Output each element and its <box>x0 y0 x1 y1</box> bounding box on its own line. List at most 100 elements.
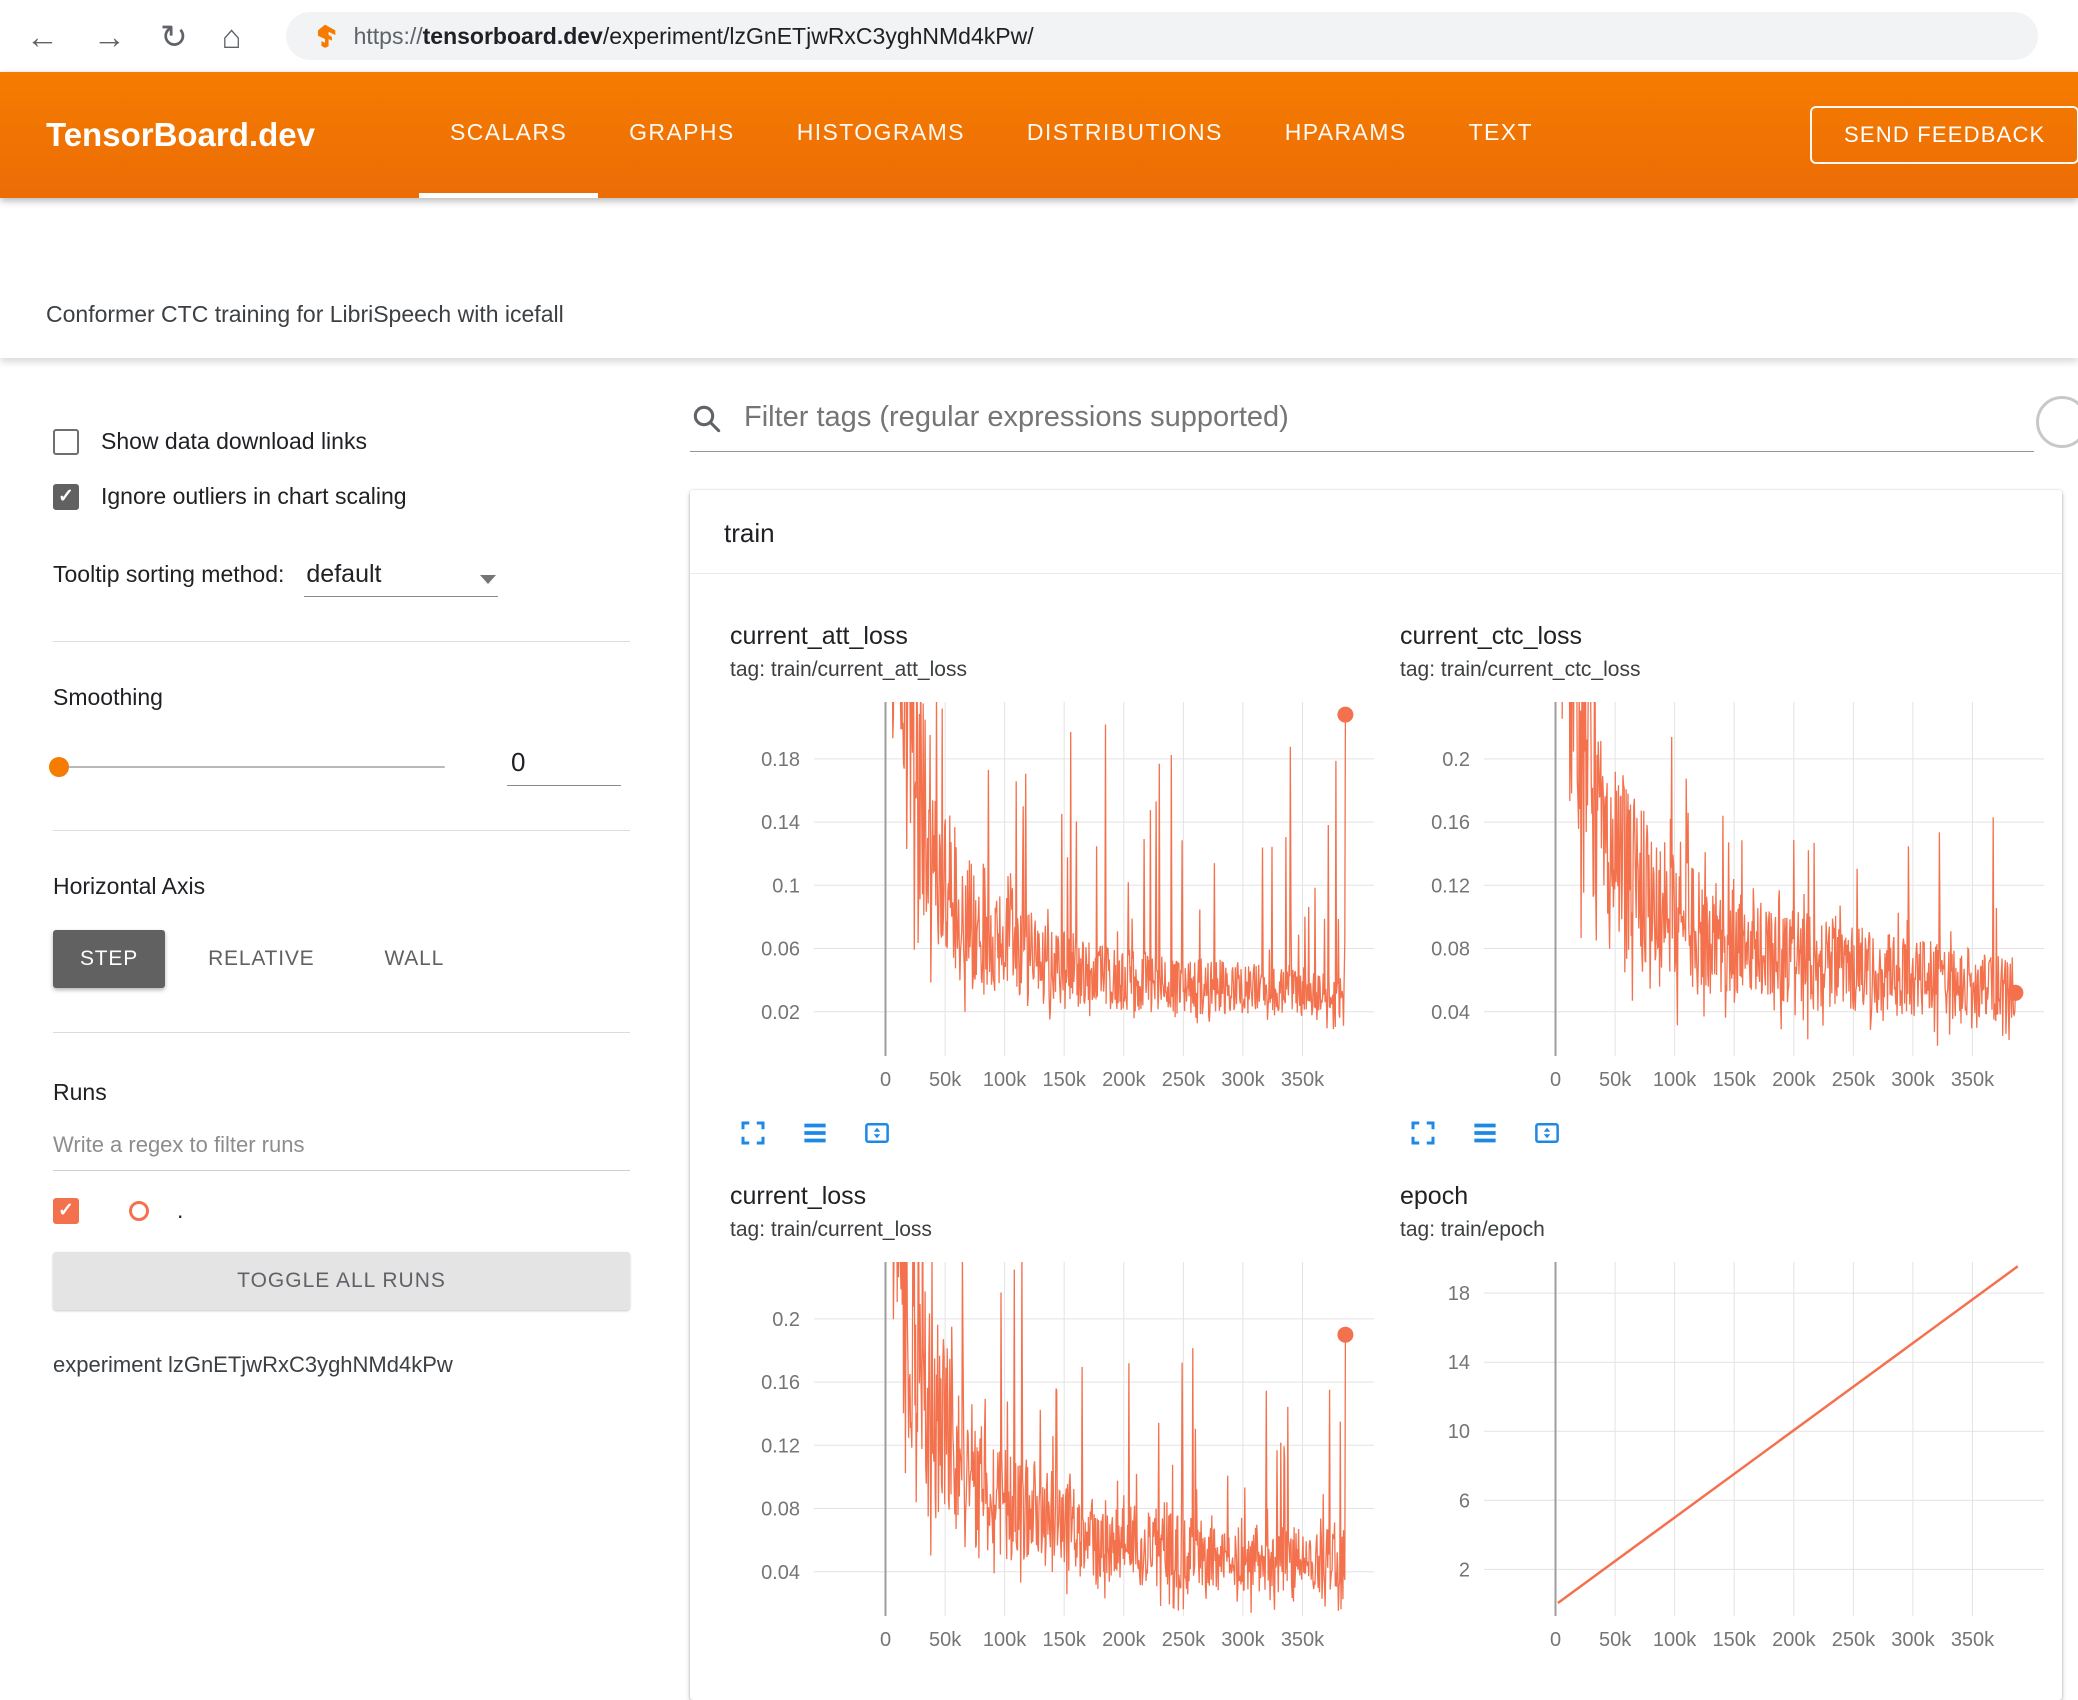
send-feedback-button[interactable]: SEND FEEDBACK <box>1810 106 2078 164</box>
axis-wall-button[interactable]: WALL <box>357 930 471 988</box>
svg-text:350k: 350k <box>1951 1069 1995 1091</box>
tab-hparams[interactable]: HPARAMS <box>1254 72 1438 198</box>
svg-text:250k: 250k <box>1162 1069 1206 1091</box>
app-header: TensorBoard.dev SCALARS GRAPHS HISTOGRAM… <box>0 72 2078 198</box>
svg-text:150k: 150k <box>1043 1069 1087 1091</box>
smoothing-slider-row: 0 <box>49 747 630 786</box>
fullscreen-icon[interactable] <box>1408 1118 1438 1148</box>
smoothing-slider[interactable] <box>49 756 445 777</box>
search-icon <box>690 402 722 434</box>
divider <box>53 1032 630 1033</box>
chart-title: epoch <box>1400 1182 1469 1210</box>
svg-text:350k: 350k <box>1951 1629 1995 1651</box>
svg-text:50k: 50k <box>1599 1629 1632 1651</box>
horizontal-axis-section: Horizontal Axis STEP RELATIVE WALL <box>53 873 630 988</box>
data-table-icon[interactable] <box>800 1118 830 1148</box>
content: Show data download links Ignore outliers… <box>0 358 2078 1700</box>
svg-text:0.08: 0.08 <box>761 1499 800 1521</box>
fit-domain-icon[interactable] <box>862 1118 892 1148</box>
runs-label: Runs <box>53 1079 107 1105</box>
nav-tabs: SCALARS GRAPHS HISTOGRAMS DISTRIBUTIONS … <box>418 72 1564 198</box>
svg-text:0: 0 <box>1550 1069 1561 1091</box>
smoothing-value-input[interactable]: 0 <box>507 747 621 786</box>
chart-card-current-loss: current_loss tag: train/current_loss 0.0… <box>730 1182 1390 1660</box>
charts-grid: current_att_loss tag: train/current_att_… <box>690 574 2062 1660</box>
chart-title: current_loss <box>730 1182 867 1210</box>
line-chart[interactable]: 0.04 0.08 0.12 0.16 0.2 0 50k 100k 150k 200k 250k 3… <box>730 1256 1390 1660</box>
run-checkbox[interactable] <box>53 1197 79 1224</box>
svg-text:350k: 350k <box>1281 1629 1325 1651</box>
forward-icon[interactable]: → <box>93 20 126 53</box>
horizontal-axis-label: Horizontal Axis <box>53 873 206 899</box>
tooltip-sorting-row: Tooltip sorting method: default <box>53 560 630 597</box>
svg-text:350k: 350k <box>1281 1069 1325 1091</box>
svg-text:100k: 100k <box>1653 1629 1697 1651</box>
ignore-outliers-checkbox[interactable] <box>53 483 79 510</box>
line-chart[interactable]: 0.02 0.06 0.1 0.14 0.18 0 50k 100k 150k 200k 250k 3… <box>730 696 1390 1100</box>
url-text: https://tensorboard.dev/experiment/lzGnE… <box>354 23 1034 50</box>
runs-filter-input[interactable] <box>53 1132 630 1171</box>
run-color-swatch-icon <box>129 1200 149 1221</box>
home-icon[interactable]: ⌂ <box>222 20 242 53</box>
tab-graphs[interactable]: GRAPHS <box>598 72 766 198</box>
address-bar[interactable]: https://tensorboard.dev/experiment/lzGnE… <box>285 12 2038 60</box>
tensorboard-favicon-icon <box>312 23 338 49</box>
main-panel: train current_att_loss tag: train/curren… <box>690 358 2078 1700</box>
tab-scalars[interactable]: SCALARS <box>418 72 599 198</box>
chart-title: current_att_loss <box>730 622 908 650</box>
settings-sidebar: Show data download links Ignore outliers… <box>0 358 690 1666</box>
svg-text:300k: 300k <box>1891 1069 1935 1091</box>
ignore-outliers-label: Ignore outliers in chart scaling <box>101 483 407 509</box>
tooltip-sorting-label: Tooltip sorting method: <box>53 561 285 587</box>
svg-text:14: 14 <box>1448 1352 1470 1374</box>
ignore-outliers-row: Ignore outliers in chart scaling <box>53 483 630 510</box>
app-logo[interactable]: TensorBoard.dev <box>46 116 315 154</box>
toggle-all-runs-button[interactable]: TOGGLE ALL RUNS <box>53 1252 630 1310</box>
chart-title: current_ctc_loss <box>1400 622 1583 650</box>
svg-text:0.12: 0.12 <box>761 1435 800 1457</box>
fit-domain-icon[interactable] <box>1532 1118 1562 1148</box>
runs-section: Runs . TOGGLE ALL RUNS experiment lzGnET… <box>53 1079 630 1378</box>
reload-icon[interactable]: ↻ <box>160 20 188 53</box>
chart-toolbar <box>1400 1118 2060 1148</box>
svg-text:2: 2 <box>1459 1559 1470 1581</box>
svg-text:250k: 250k <box>1162 1629 1206 1651</box>
chart-tag: tag: train/current_loss <box>730 1218 932 1241</box>
fullscreen-icon[interactable] <box>738 1118 768 1148</box>
svg-text:250k: 250k <box>1832 1629 1876 1651</box>
smoothing-label: Smoothing <box>53 684 163 710</box>
axis-relative-button[interactable]: RELATIVE <box>181 930 341 988</box>
show-download-checkbox[interactable] <box>53 428 79 455</box>
tab-text[interactable]: TEXT <box>1438 72 1564 198</box>
svg-text:100k: 100k <box>983 1069 1027 1091</box>
svg-text:100k: 100k <box>1653 1069 1697 1091</box>
smoothing-slider-thumb[interactable] <box>49 756 69 777</box>
tab-distributions[interactable]: DISTRIBUTIONS <box>996 72 1254 198</box>
axis-step-button[interactable]: STEP <box>53 930 166 988</box>
svg-text:0.04: 0.04 <box>1431 1002 1470 1024</box>
run-row: . <box>53 1197 630 1224</box>
tab-histograms[interactable]: HISTOGRAMS <box>766 72 996 198</box>
data-table-icon[interactable] <box>1470 1118 1500 1148</box>
experiment-title-bar: Conformer CTC training for LibriSpeech w… <box>0 198 2078 358</box>
svg-text:0.04: 0.04 <box>761 1562 800 1584</box>
back-icon[interactable]: ← <box>26 20 59 53</box>
svg-text:0.18: 0.18 <box>761 749 800 771</box>
divider <box>53 641 630 642</box>
line-chart[interactable]: 0.04 0.08 0.12 0.16 0.2 0 50k 100k 150k 200k 250k 3… <box>1400 696 2060 1100</box>
svg-text:0.02: 0.02 <box>761 1002 800 1024</box>
svg-text:50k: 50k <box>1599 1069 1632 1091</box>
browser-chrome: ← → ↻ ⌂ https://tensorboard.dev/experime… <box>0 0 2078 72</box>
chart-card-current-att-loss: current_att_loss tag: train/current_att_… <box>730 622 1390 1148</box>
svg-text:150k: 150k <box>1713 1069 1757 1091</box>
filter-tags-input[interactable] <box>742 400 2034 435</box>
svg-text:0.12: 0.12 <box>1431 875 1470 897</box>
svg-text:150k: 150k <box>1713 1629 1757 1651</box>
show-download-label: Show data download links <box>101 428 367 454</box>
svg-text:250k: 250k <box>1832 1069 1876 1091</box>
section-title[interactable]: train <box>690 490 2062 574</box>
svg-text:300k: 300k <box>1221 1069 1265 1091</box>
svg-text:0.16: 0.16 <box>1431 812 1470 834</box>
tooltip-sorting-dropdown[interactable]: default <box>304 560 499 597</box>
line-chart[interactable]: 2 6 10 14 18 0 50k 100k 150k 200k 250k 300k 350k <box>1400 1256 2060 1660</box>
